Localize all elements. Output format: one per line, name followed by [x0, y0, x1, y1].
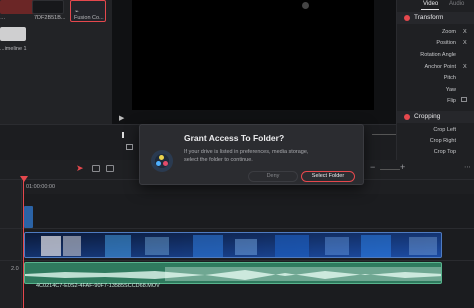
flip-horizontal-icon[interactable] [461, 97, 467, 102]
video-clip-thumbnails [25, 233, 441, 257]
deny-button[interactable]: Deny [248, 171, 298, 182]
cropping-section-header[interactable]: Cropping [397, 111, 474, 123]
prop-label-rotation: Rotation Angle [420, 52, 456, 58]
prop-label-crop-left: Crop Left [433, 127, 456, 133]
tab-underline [421, 9, 439, 10]
playhead[interactable] [23, 178, 24, 308]
viewer-panel: ▶ [112, 0, 396, 124]
viewer-options-icon[interactable] [302, 2, 309, 9]
audio-waveform [25, 267, 441, 281]
inspector-tab-audio[interactable]: Audio [449, 1, 464, 7]
media-clip-caption: ...imeline 1 [0, 46, 27, 52]
prop-label-position: Position [436, 40, 456, 46]
viewer-scrub-handle[interactable] [122, 132, 124, 138]
track-headers: 2.0 [0, 180, 22, 308]
prop-label-crop-right: Crop Right [429, 138, 456, 144]
media-clip-thumb[interactable] [0, 27, 26, 41]
prop-value-anchor[interactable]: X [463, 64, 467, 70]
video-clip[interactable] [24, 232, 442, 258]
track-divider [0, 228, 474, 229]
blade-tool-icon[interactable] [106, 165, 114, 172]
select-folder-button[interactable]: Select Folder [301, 171, 355, 182]
track-divider [0, 260, 474, 261]
cropping-section-title: Cropping [414, 113, 441, 120]
prop-label-crop-top: Crop Top [433, 149, 456, 155]
fusion-icon: ⌁ [75, 9, 79, 15]
viewer-canvas[interactable] [132, 0, 374, 110]
zoom-slider[interactable] [380, 169, 400, 170]
media-pool: … 7DF2B51B... ⌁ Fusion Co... ...imeline … [0, 0, 112, 124]
title-clip[interactable] [24, 206, 33, 228]
timeline-more-icon[interactable]: ⋯ [464, 163, 471, 171]
prop-label-flip: Flip [447, 98, 456, 104]
media-clip-caption: Fusion Co... [74, 15, 104, 21]
davinci-resolve-icon [151, 150, 173, 172]
play-icon[interactable]: ▶ [119, 114, 124, 122]
media-clip-caption: 7DF2B51B... [34, 15, 66, 21]
transform-enable-toggle[interactable] [404, 15, 410, 21]
timeline-timecode: 01:00:00:00 [26, 184, 56, 190]
playhead-handle[interactable] [20, 176, 28, 182]
zoom-in-icon[interactable]: + [400, 162, 405, 172]
cropping-enable-toggle[interactable] [404, 114, 410, 120]
prop-value-zoom[interactable]: X [463, 29, 467, 35]
audio-track-level: 2.0 [11, 266, 19, 272]
inspector-tab-video[interactable]: Video [423, 1, 438, 7]
audio-clip-name: 4C0214C7-E0S2-4FAF-90F7-13585SCCD68.MOV [36, 283, 160, 289]
prop-label-pitch: Pitch [443, 75, 456, 81]
prop-label-zoom: Zoom [441, 29, 456, 35]
dialog-title: Grant Access To Folder? [184, 133, 285, 143]
transform-section-header[interactable]: Transform [397, 12, 474, 24]
trim-tool-icon[interactable] [92, 165, 100, 172]
crop-icon[interactable] [126, 144, 133, 150]
grant-access-dialog: Grant Access To Folder? If your drive is… [139, 124, 364, 185]
transform-section-title: Transform [414, 14, 444, 21]
prop-label-anchor: Anchor Point [424, 64, 457, 70]
selection-tool-icon[interactable]: ➤ [76, 163, 84, 174]
inspector-panel: Video Audio Transform Zoom X Position X … [396, 0, 474, 160]
dialog-message: If your drive is listed in preferences, … [184, 149, 309, 163]
audio-clip[interactable] [24, 262, 442, 284]
media-clip-caption: … [0, 15, 6, 21]
zoom-out-icon[interactable]: − [370, 162, 375, 172]
prop-label-yaw: Yaw [445, 87, 456, 93]
prop-value-position[interactable]: X [463, 40, 467, 46]
media-clip-thumb[interactable] [32, 0, 64, 14]
